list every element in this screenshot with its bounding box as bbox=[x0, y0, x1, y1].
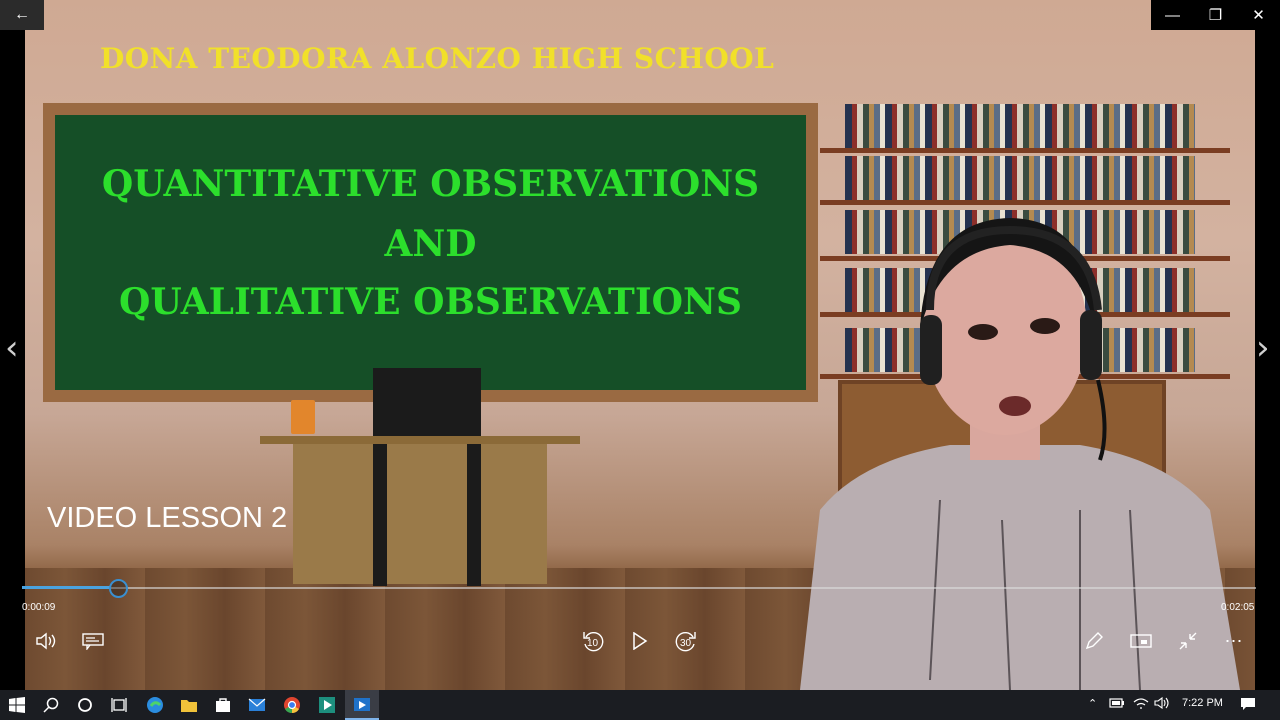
seek-thumb[interactable] bbox=[109, 579, 128, 598]
edit-button[interactable] bbox=[1081, 628, 1107, 654]
back-arrow-icon: ← bbox=[14, 6, 30, 23]
cortana-button[interactable] bbox=[68, 690, 102, 720]
chair-legs bbox=[373, 444, 481, 586]
store-icon bbox=[216, 698, 230, 712]
current-time: 0:00:09 bbox=[22, 602, 56, 613]
chair bbox=[373, 368, 481, 438]
mail-icon bbox=[248, 698, 266, 711]
seek-bar[interactable] bbox=[22, 587, 1256, 589]
captions-icon bbox=[82, 633, 104, 650]
restore-button[interactable]: ❐ bbox=[1194, 0, 1237, 30]
close-button[interactable]: ✕ bbox=[1237, 0, 1280, 30]
school-title: DONA TEODORA ALONZO HIGH SCHOOL bbox=[100, 42, 775, 75]
cast-icon bbox=[1130, 634, 1152, 648]
desk bbox=[260, 436, 580, 444]
chevron-left-icon: ‹ bbox=[5, 328, 19, 368]
movies-tv-icon bbox=[354, 698, 370, 711]
pencil-icon bbox=[1085, 632, 1103, 650]
volume-indicator[interactable] bbox=[1154, 696, 1170, 712]
window-controls: — ❐ ✕ bbox=[1151, 0, 1280, 30]
close-icon: ✕ bbox=[1252, 7, 1265, 24]
search-icon bbox=[43, 697, 59, 713]
back-button[interactable]: ← bbox=[0, 0, 44, 30]
battery-indicator[interactable] bbox=[1109, 697, 1125, 712]
battery-icon bbox=[1109, 698, 1124, 708]
cast-button[interactable] bbox=[1128, 628, 1154, 654]
minimize-button[interactable]: — bbox=[1151, 0, 1194, 30]
file-explorer-icon bbox=[181, 700, 197, 712]
seek-progress bbox=[22, 586, 111, 589]
chevron-right-icon: › bbox=[1256, 328, 1270, 368]
video-editor-icon bbox=[319, 697, 335, 713]
minimize-icon: — bbox=[1165, 6, 1180, 24]
presenter bbox=[800, 218, 1240, 690]
volume-icon bbox=[36, 632, 56, 650]
task-view-icon bbox=[111, 698, 127, 712]
clock[interactable]: 7:22 PM bbox=[1182, 697, 1223, 709]
skip-back-label: 10 bbox=[587, 638, 599, 649]
video-editor-button[interactable] bbox=[310, 690, 344, 720]
file-explorer-button[interactable] bbox=[172, 690, 206, 720]
chalkboard: QUANTITATIVE OBSERVATIONS AND QUALITATIV… bbox=[43, 103, 818, 402]
search-button[interactable] bbox=[34, 690, 68, 720]
action-center-button[interactable] bbox=[1240, 697, 1256, 714]
total-time: 0:02:05 bbox=[1221, 602, 1255, 613]
more-icon: ⋯ bbox=[1224, 630, 1244, 651]
movies-tv-button[interactable] bbox=[345, 690, 379, 720]
next-button[interactable]: › bbox=[1256, 328, 1270, 368]
show-hidden-icons[interactable]: ⌃ bbox=[1088, 697, 1097, 710]
speaker-icon bbox=[1154, 696, 1169, 710]
chrome-button[interactable] bbox=[275, 690, 309, 720]
board-line-2: AND bbox=[384, 223, 477, 265]
chrome-icon bbox=[284, 697, 300, 714]
shrink-icon bbox=[1179, 632, 1197, 650]
wifi-icon bbox=[1133, 698, 1149, 709]
restore-icon: ❐ bbox=[1208, 7, 1223, 24]
mail-button[interactable] bbox=[240, 690, 274, 720]
store-button[interactable] bbox=[206, 690, 240, 720]
cortana-icon bbox=[78, 698, 92, 712]
skip-forward-label: 30 bbox=[680, 638, 692, 649]
notification-icon bbox=[1241, 698, 1255, 710]
start-button[interactable] bbox=[0, 690, 34, 720]
wifi-indicator[interactable] bbox=[1133, 697, 1149, 712]
taskbar: ⌃ 7:22 PM bbox=[0, 690, 1280, 720]
compact-overlay-button[interactable] bbox=[1175, 628, 1201, 654]
edge-icon bbox=[147, 697, 163, 713]
task-view-button[interactable] bbox=[102, 690, 136, 720]
board-line-3: QUALITATIVE OBSERVATIONS bbox=[119, 281, 742, 323]
start-icon bbox=[9, 697, 25, 713]
more-button[interactable]: ⋯ bbox=[1221, 628, 1247, 654]
captions-button[interactable] bbox=[80, 628, 106, 654]
edge-button[interactable] bbox=[138, 690, 172, 720]
previous-button[interactable]: ‹ bbox=[5, 328, 19, 368]
board-line-1: QUANTITATIVE OBSERVATIONS bbox=[101, 163, 760, 205]
lesson-label: VIDEO LESSON 2 bbox=[47, 502, 288, 534]
play-icon bbox=[633, 632, 648, 650]
volume-button[interactable] bbox=[33, 628, 59, 654]
chevron-up-icon: ⌃ bbox=[1088, 698, 1098, 710]
pencil-cup bbox=[291, 400, 315, 434]
play-button[interactable] bbox=[627, 628, 653, 654]
